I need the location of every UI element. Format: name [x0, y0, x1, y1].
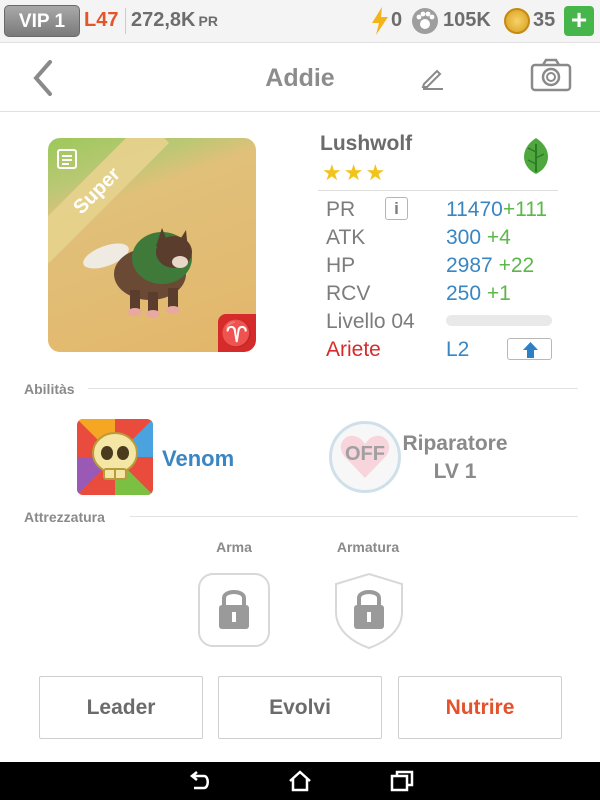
- stat-label-rcv: RCV: [326, 282, 371, 305]
- coin-value: 35: [533, 9, 556, 31]
- zodiac-level: L2: [446, 338, 470, 361]
- team-power: 272,8K PR: [131, 9, 218, 32]
- armor-label: Armatura: [336, 539, 400, 555]
- back-chevron-icon[interactable]: [28, 58, 58, 98]
- evolve-button[interactable]: Evolvi: [218, 676, 382, 739]
- pet-portrait[interactable]: Super ♈: [48, 138, 256, 352]
- armor-slot-lock-icon[interactable]: [332, 572, 406, 650]
- abilities-heading: Abilitàs: [24, 381, 75, 397]
- aries-icon: ♈: [218, 314, 256, 352]
- venom-skull-icon[interactable]: [77, 419, 153, 495]
- system-nav-bar: [0, 762, 600, 800]
- star-rating: ★★★: [322, 160, 388, 185]
- divider: [130, 516, 578, 517]
- equipment-heading: Attrezzatura: [24, 509, 105, 525]
- team-power-value: 272,8K: [131, 9, 196, 31]
- stat-rcv-bonus: +1: [486, 282, 511, 305]
- level-label: Livello 04: [326, 310, 415, 333]
- stat-value-rcv: 250 +1: [446, 282, 511, 306]
- resource-bar: VIP 1 L47 272,8K PR 0 105K 35 +: [0, 0, 600, 43]
- stat-value-atk: 300 +4: [446, 226, 511, 250]
- document-icon[interactable]: [56, 148, 78, 170]
- team-power-unit: PR: [198, 13, 218, 29]
- stat-atk-number: 300: [446, 226, 482, 249]
- species-name: Lushwolf: [320, 132, 413, 155]
- home-icon[interactable]: [288, 770, 312, 792]
- stat-hp-bonus: +22: [498, 254, 535, 277]
- lightning-icon: [372, 7, 388, 35]
- player-level: L47: [84, 9, 119, 31]
- back-arrow-icon[interactable]: [188, 770, 212, 792]
- stat-atk-bonus: +4: [486, 226, 511, 249]
- stat-hp-number: 2987: [446, 254, 493, 277]
- energy-value: 0: [391, 9, 403, 31]
- weapon-label: Arma: [216, 539, 252, 555]
- divider: [125, 8, 126, 34]
- stat-label-pr: PR: [326, 198, 356, 221]
- paw-value: 105K: [443, 9, 491, 31]
- skill-level: LV 1: [433, 460, 477, 483]
- level-progress-bar: [446, 315, 552, 326]
- paw-icon: [412, 8, 438, 34]
- weapon-slot-lock-icon[interactable]: [197, 572, 271, 648]
- vip-badge[interactable]: VIP 1: [4, 5, 80, 37]
- stat-pr-bonus: +111: [502, 198, 548, 221]
- feed-button[interactable]: Nutrire: [398, 676, 562, 739]
- page-title: Addie: [265, 64, 335, 92]
- page-header: Addie: [0, 44, 600, 112]
- stat-rcv-number: 250: [446, 282, 482, 305]
- recent-apps-icon[interactable]: [390, 770, 414, 792]
- coin-icon: [504, 8, 530, 34]
- divider: [88, 388, 578, 389]
- edit-pencil-icon[interactable]: [420, 64, 446, 90]
- stat-label-hp: HP: [326, 254, 356, 277]
- add-coins-button[interactable]: +: [564, 6, 594, 36]
- skill-name: Riparatore: [402, 432, 508, 455]
- skill-off-label: OFF: [345, 443, 385, 465]
- stat-pr-number: 11470: [446, 198, 503, 221]
- zodiac-label: Ariete: [326, 338, 381, 361]
- stat-value-hp: 2987 +22: [446, 254, 534, 278]
- info-icon[interactable]: i: [385, 197, 408, 220]
- stat-label-atk: ATK: [326, 226, 366, 249]
- ability-name[interactable]: Venom: [162, 446, 234, 472]
- arrow-up-icon: [523, 342, 538, 358]
- stat-value-pr: 11470+111: [446, 198, 547, 222]
- divider: [318, 190, 558, 191]
- leaf-element-icon: [524, 138, 548, 174]
- zodiac-upgrade-button[interactable]: [507, 338, 552, 360]
- camera-icon[interactable]: [530, 58, 572, 92]
- leader-button[interactable]: Leader: [39, 676, 203, 739]
- wolf-creature-image: [83, 228, 192, 318]
